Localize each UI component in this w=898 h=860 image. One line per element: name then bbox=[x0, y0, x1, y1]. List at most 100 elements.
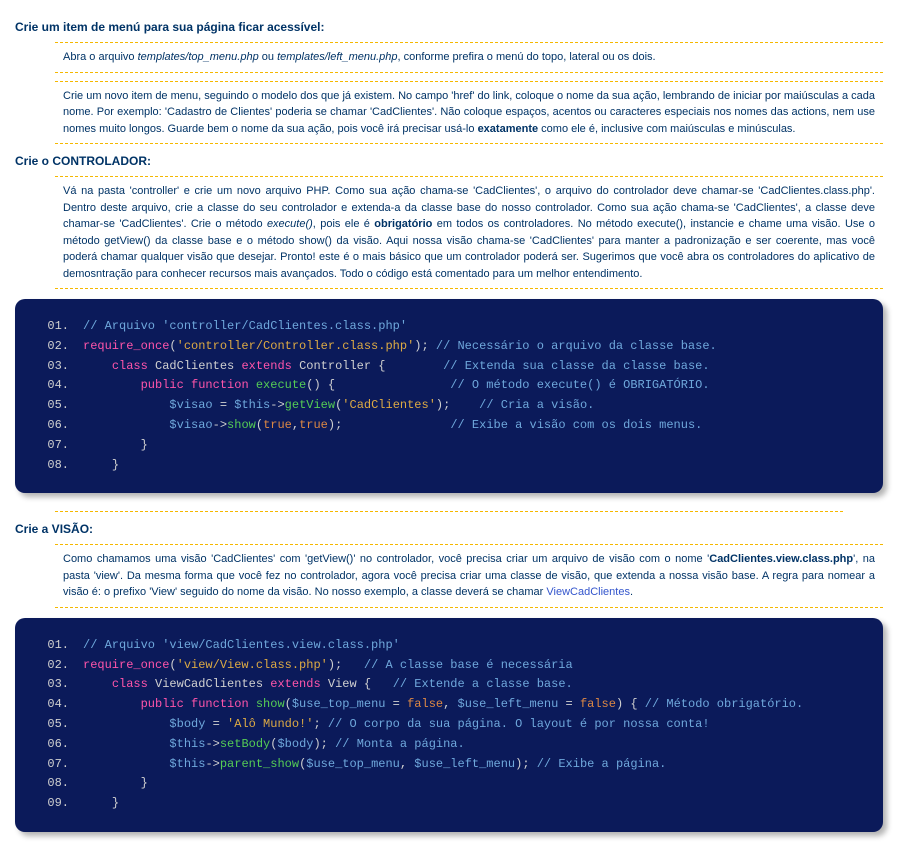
code-comment: // Exibe a visão com os dois menus. bbox=[342, 418, 702, 432]
code-bool: false bbox=[580, 697, 616, 711]
code-func: execute bbox=[256, 378, 306, 392]
section2-heading: Crie o CONTROLADOR: bbox=[15, 154, 883, 168]
line-number: 05. bbox=[31, 396, 83, 416]
code-ident: CadClientes bbox=[148, 359, 242, 373]
section1-heading: Crie um item de menú para sua página fic… bbox=[15, 20, 883, 34]
code-func: parent_show bbox=[220, 757, 299, 771]
code-comment: // O corpo da sua página. O layout é por… bbox=[321, 717, 710, 731]
code-op: = bbox=[385, 697, 407, 711]
code-var: $use_left_menu bbox=[414, 757, 515, 771]
code-block-view: 01.// Arquivo 'view/CadClientes.view.cla… bbox=[15, 618, 883, 832]
code-line: 03. class CadClientes extends Controller… bbox=[31, 357, 867, 377]
line-number: 01. bbox=[31, 636, 83, 656]
code-op: , bbox=[292, 418, 299, 432]
code-func: setBody bbox=[220, 737, 270, 751]
code-op: = bbox=[213, 398, 235, 412]
line-number: 02. bbox=[31, 656, 83, 676]
code-line: 06. $visao->show(true,true); // Exibe a … bbox=[31, 416, 867, 436]
line-number: 04. bbox=[31, 695, 83, 715]
code-keyword: require_once bbox=[83, 658, 169, 672]
emphasis: obrigatório bbox=[374, 218, 432, 230]
code-bool: false bbox=[407, 697, 443, 711]
code-string: 'Alô Mundo!' bbox=[227, 717, 313, 731]
code-op: -> bbox=[213, 418, 227, 432]
para-text: como ele é, inclusive com maiúsculas e m… bbox=[538, 123, 795, 135]
code-op: ); bbox=[436, 398, 450, 412]
code-op: ( bbox=[256, 418, 263, 432]
file-ref: templates/top_menu.php bbox=[138, 51, 259, 63]
code-comment: // A classe base é necessária bbox=[342, 658, 572, 672]
emphasis: exatamente bbox=[478, 123, 539, 135]
code-var: $use_left_menu bbox=[458, 697, 559, 711]
code-op: , bbox=[443, 697, 457, 711]
para-text: Abra o arquivo bbox=[63, 51, 138, 63]
code-line: 03. class ViewCadClientes extends View {… bbox=[31, 675, 867, 695]
code-line: 09. } bbox=[31, 794, 867, 814]
code-this: $this bbox=[169, 737, 205, 751]
code-func: show bbox=[227, 418, 256, 432]
line-number: 06. bbox=[31, 735, 83, 755]
code-line: 01.// Arquivo 'view/CadClientes.view.cla… bbox=[31, 636, 867, 656]
line-number: 03. bbox=[31, 357, 83, 377]
file-ref: templates/left_menu.php bbox=[277, 51, 397, 63]
code-line: 08. } bbox=[31, 774, 867, 794]
code-brace: } bbox=[112, 796, 119, 810]
link-viewcadclientes[interactable]: ViewCadClientes bbox=[546, 586, 630, 598]
code-var: $visao bbox=[169, 398, 212, 412]
code-op: ); bbox=[328, 658, 342, 672]
code-op: { bbox=[364, 677, 371, 691]
code-comment: // Arquivo 'view/CadClientes.view.class.… bbox=[83, 638, 400, 652]
para-text: , conforme prefira o menú do topo, later… bbox=[398, 51, 656, 63]
code-line: 04. public function execute() { // O mét… bbox=[31, 376, 867, 396]
code-this: $this bbox=[234, 398, 270, 412]
method-ref: execute() bbox=[267, 218, 313, 230]
section3-para: Como chamamos uma visão 'CadClientes' co… bbox=[55, 544, 883, 608]
line-number: 07. bbox=[31, 436, 83, 456]
code-comment: // Cria a visão. bbox=[450, 398, 594, 412]
line-number: 08. bbox=[31, 774, 83, 794]
line-number: 05. bbox=[31, 715, 83, 735]
line-number: 07. bbox=[31, 755, 83, 775]
code-brace: } bbox=[112, 458, 119, 472]
line-number: 02. bbox=[31, 337, 83, 357]
code-keyword: extends bbox=[270, 677, 320, 691]
code-op: ); bbox=[328, 418, 342, 432]
code-comment: // Extende a classe base. bbox=[371, 677, 573, 691]
code-keyword: class bbox=[112, 677, 148, 691]
code-op: -> bbox=[205, 757, 219, 771]
code-op: { bbox=[378, 359, 385, 373]
para-text: . bbox=[630, 586, 633, 598]
code-line: 07. } bbox=[31, 436, 867, 456]
code-keyword: require_once bbox=[83, 339, 169, 353]
code-op: () { bbox=[306, 378, 335, 392]
code-comment: // Método obrigatório. bbox=[638, 697, 804, 711]
code-keyword: public bbox=[141, 378, 191, 392]
code-var: $use_top_menu bbox=[292, 697, 386, 711]
code-comment: // Necessário o arquivo da classe base. bbox=[429, 339, 717, 353]
code-op: = bbox=[205, 717, 227, 731]
code-op: -> bbox=[270, 398, 284, 412]
code-op: ); bbox=[313, 737, 327, 751]
code-comment: // Arquivo 'controller/CadClientes.class… bbox=[83, 319, 407, 333]
code-var: $body bbox=[277, 737, 313, 751]
code-bool: true bbox=[263, 418, 292, 432]
code-line: 08. } bbox=[31, 456, 867, 476]
code-op: ( bbox=[285, 697, 292, 711]
code-ident: ViewCadClientes bbox=[148, 677, 270, 691]
code-line: 05. $visao = $this->getView('CadClientes… bbox=[31, 396, 867, 416]
code-keyword: public bbox=[141, 697, 191, 711]
code-op: ( bbox=[169, 339, 176, 353]
code-op: ) { bbox=[616, 697, 638, 711]
code-var: $visao bbox=[169, 418, 212, 432]
code-comment: // O método execute() é OBRIGATÓRIO. bbox=[335, 378, 709, 392]
code-bool: true bbox=[299, 418, 328, 432]
code-line: 02.require_once('view/View.class.php'); … bbox=[31, 656, 867, 676]
line-number: 01. bbox=[31, 317, 83, 337]
code-line: 07. $this->parent_show($use_top_menu, $u… bbox=[31, 755, 867, 775]
para-text: , pois ele é bbox=[313, 218, 375, 230]
code-func: show bbox=[256, 697, 285, 711]
section3-heading: Crie a VISÃO: bbox=[15, 522, 883, 536]
code-keyword: class bbox=[112, 359, 148, 373]
section1-para2: Crie um novo item de menu, seguindo o mo… bbox=[55, 81, 883, 145]
code-keyword: function bbox=[191, 697, 256, 711]
